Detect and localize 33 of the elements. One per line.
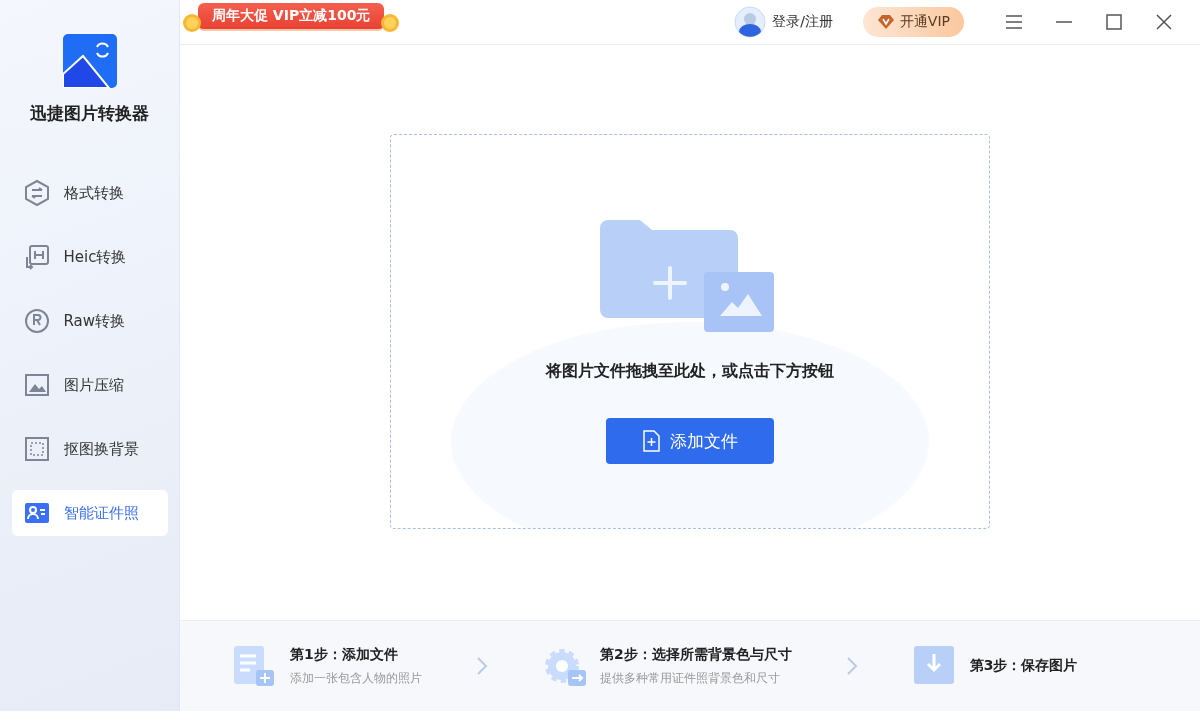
avatar-icon <box>734 6 767 38</box>
menu-icon[interactable] <box>1005 14 1023 30</box>
file-plus-icon <box>642 430 660 452</box>
step-description: 提供多种常用证件照背景色和尺寸 <box>600 669 781 687</box>
sidebar-item[interactable]: Raw转换 <box>11 298 168 344</box>
add-file-button[interactable]: 添加文件 <box>606 418 774 464</box>
h-letter-icon <box>23 243 50 271</box>
step-title: 第2步：选择所需背景色与尺寸 <box>600 645 792 664</box>
drop-zone[interactable]: 将图片文件拖拽至此处，或点击下方按钮 添加文件 <box>390 134 990 529</box>
diamond-icon <box>876 14 895 30</box>
sidebar-item[interactable]: 格式转换 <box>11 170 168 216</box>
maximize-icon[interactable] <box>1105 14 1123 30</box>
chevron-right-icon <box>476 656 488 676</box>
step-description: 添加一张包含人物的照片 <box>290 669 422 687</box>
r-circle-icon <box>23 307 50 335</box>
hexagon-arrows-icon <box>23 179 50 207</box>
step-title: 第1步：添加文件 <box>290 645 399 664</box>
app-logo-icon <box>62 34 117 88</box>
chevron-right-icon <box>845 656 858 676</box>
drop-hint: 将图片文件拖拽至此处，或点击下方按钮 <box>546 361 834 382</box>
sidebar-item[interactable]: 智能证件照 <box>11 490 168 536</box>
app-name: 迅捷图片转换器 <box>30 102 149 125</box>
vip-button[interactable]: 开通VIP <box>862 7 964 37</box>
close-icon[interactable] <box>1155 14 1173 30</box>
sidebar-item[interactable]: 图片压缩 <box>11 362 168 408</box>
login-link[interactable]: 登录/注册 <box>772 13 833 31</box>
coin-icon <box>182 13 202 33</box>
step-title: 第3步：保存图片 <box>969 657 1078 675</box>
image-icon <box>23 371 50 399</box>
sidebar-item[interactable]: 抠图换背景 <box>11 426 168 472</box>
dotted-square-icon <box>23 435 50 463</box>
sidebar-item[interactable]: Heic转换 <box>11 234 168 280</box>
coin-icon <box>380 13 401 33</box>
